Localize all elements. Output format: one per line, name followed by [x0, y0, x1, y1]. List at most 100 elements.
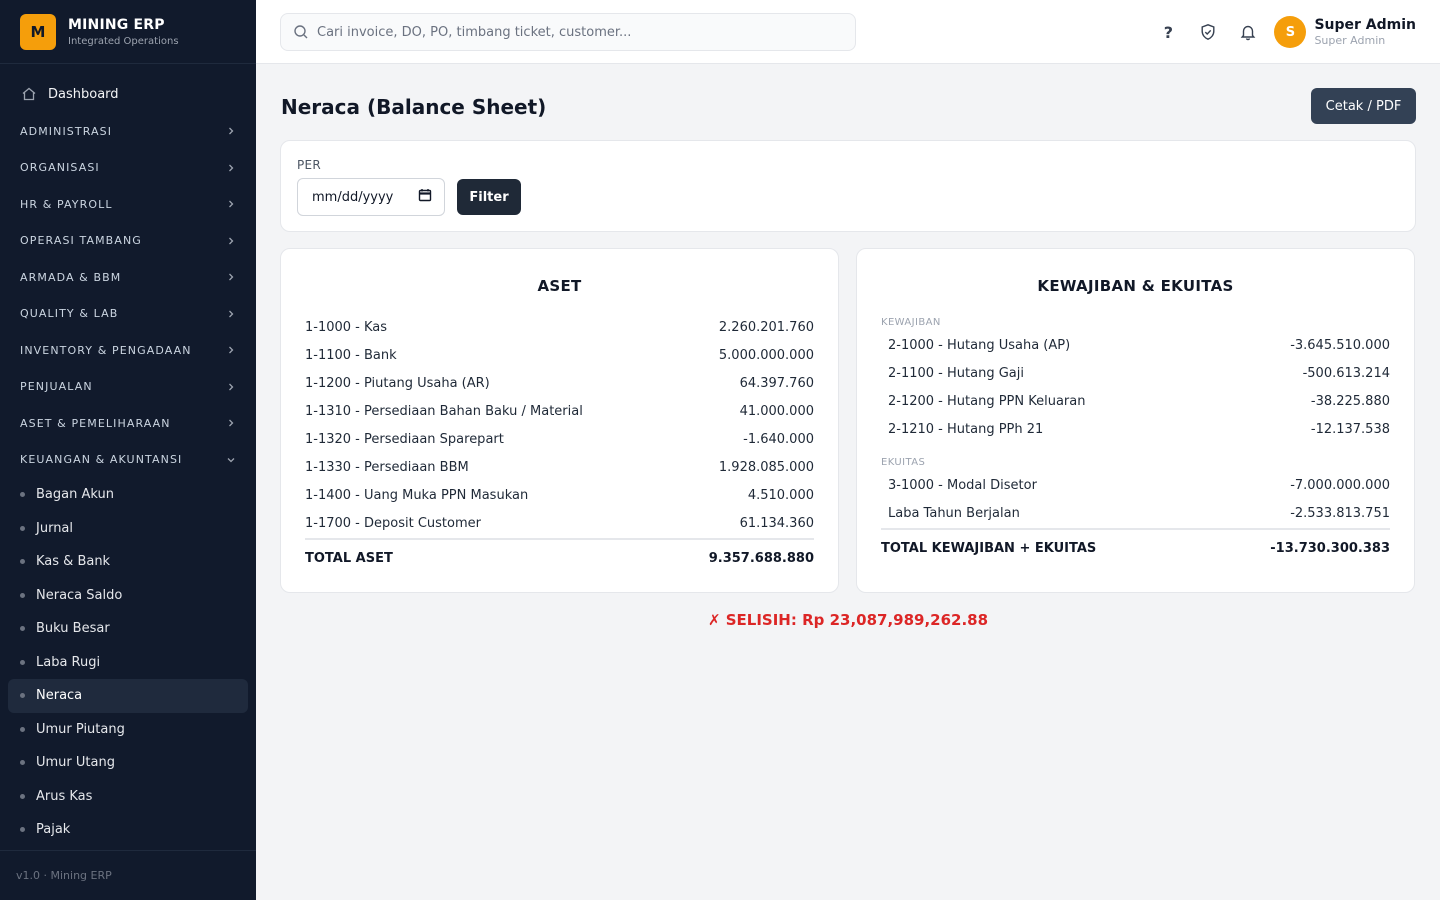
sidebar-subitem[interactable]: Umur Piutang	[8, 713, 248, 747]
chevron-right-icon	[226, 272, 236, 282]
sidebar-group-label: QUALITY & LAB	[20, 307, 119, 321]
shield-check-icon[interactable]	[1198, 22, 1218, 42]
balance-difference-warning: ✗ SELISIH: Rp 23,087,989,262.88	[707, 611, 989, 629]
chevron-right-icon	[226, 345, 236, 355]
account-name: 1-1330 - Persediaan BBM	[305, 459, 469, 475]
sidebar-subitem[interactable]: Pajak	[8, 813, 248, 847]
sidebar-group-item[interactable]: ARMADA & BBM	[0, 259, 256, 296]
sidebar-group-item[interactable]: INVENTORY & PENGADAAN	[0, 332, 256, 369]
sidebar-subitem-label: Arus Kas	[36, 788, 93, 804]
sidebar-item-dashboard[interactable]: Dashboard	[8, 79, 248, 109]
chevron-right-icon	[226, 418, 236, 428]
search-box[interactable]	[280, 13, 856, 51]
help-icon[interactable]: ?	[1158, 22, 1178, 42]
assets-card: ASET 1-1000 - Kas 2.260.201.760 1-1100 - B…	[280, 248, 839, 593]
account-name: 2-1200 - Hutang PPN Keluaran	[888, 393, 1086, 409]
chevron-right-icon	[226, 382, 236, 392]
sidebar-subitem-label: Laba Rugi	[36, 654, 101, 670]
account-amount: 2.260.201.760	[718, 319, 814, 335]
avatar: S	[1274, 16, 1307, 48]
user-menu[interactable]: S Super Admin Super Admin	[1274, 16, 1416, 48]
bullet-icon	[20, 592, 25, 598]
liabilities-equity-total-row: TOTAL KEWAJIBAN + EKUITAS -13.730.300.38…	[881, 528, 1390, 566]
section-label-equity: EKUITAS	[881, 457, 926, 468]
account-amount: 64.397.760	[739, 375, 814, 391]
sidebar-group-keuangan[interactable]: KEUANGAN & AKUNTANSI	[0, 442, 256, 479]
liabilities-equity-title: KEWAJIBAN & EKUITAS	[1037, 277, 1234, 295]
home-icon	[20, 85, 38, 103]
sidebar-subitem-label: Umur Utang	[36, 755, 115, 771]
brand-subtitle: Integrated Operations	[68, 35, 179, 47]
chevron-right-icon	[226, 126, 236, 136]
account-name: 3-1000 - Modal Disetor	[888, 477, 1037, 493]
calendar-icon[interactable]	[418, 188, 432, 206]
sidebar: M MINING ERP Integrated Operations Dashb…	[0, 0, 256, 900]
bullet-icon	[20, 659, 25, 665]
account-row: 1-1400 - Uang Muka PPN Masukan 4.510.000	[305, 481, 814, 509]
account-name: 1-1310 - Persediaan Bahan Baku / Materia…	[305, 403, 583, 419]
bell-icon[interactable]	[1238, 22, 1258, 42]
sidebar-group-item[interactable]: ORGANISASI	[0, 150, 256, 187]
sidebar-group-item[interactable]: ADMINISTRASI	[0, 113, 256, 150]
account-amount: 5.000.000.000	[718, 347, 814, 363]
account-name: Laba Tahun Berjalan	[888, 505, 1020, 521]
sidebar-group-item[interactable]: ASET & PEMELIHARAAN	[0, 405, 256, 442]
topbar: ? S Super Admin Super Admin	[256, 0, 1440, 64]
chevron-down-icon	[226, 455, 236, 465]
total-amount: -13.730.300.383	[1270, 540, 1390, 556]
account-row: 1-1200 - Piutang Usaha (AR) 64.397.760	[305, 369, 814, 397]
sidebar-group-label: OPERASI TAMBANG	[20, 234, 142, 248]
print-pdf-button[interactable]: Cetak / PDF	[1311, 88, 1416, 124]
account-amount: -2.533.813.751	[1290, 505, 1390, 521]
sidebar-subitem[interactable]: Umur Utang	[8, 746, 248, 780]
sidebar-subitem-label: Umur Piutang	[36, 721, 125, 737]
account-row: 3-1000 - Modal Disetor -7.000.000.000	[881, 471, 1390, 499]
account-row: 1-1100 - Bank 5.000.000.000	[305, 341, 814, 369]
chevron-right-icon	[226, 309, 236, 319]
sidebar-subitem[interactable]: Bagan Akun	[8, 478, 248, 512]
bullet-icon	[20, 525, 25, 531]
sidebar-group-item[interactable]: HR & PAYROLL	[0, 186, 256, 223]
chevron-right-icon	[226, 236, 236, 246]
date-input[interactable]: mm/dd/yyyy	[297, 178, 445, 216]
sidebar-group-item[interactable]: PENJUALAN	[0, 369, 256, 406]
sidebar-subitem-label: Bagan Akun	[36, 487, 114, 503]
account-amount: -1.640.000	[743, 431, 814, 447]
account-row: 2-1210 - Hutang PPh 21 -12.137.538	[881, 415, 1390, 443]
brand-title: MINING ERP	[68, 16, 165, 33]
filter-card: PER mm/dd/yyyy Filter	[280, 140, 1416, 232]
sidebar-subitem[interactable]: Jurnal	[8, 512, 248, 546]
filter-button[interactable]: Filter	[457, 179, 521, 215]
chevron-right-icon	[226, 163, 236, 173]
sidebar-subitem[interactable]: Neraca Saldo	[8, 579, 248, 613]
bullet-icon	[20, 793, 25, 799]
account-row: 1-1000 - Kas 2.260.201.760	[305, 313, 814, 341]
sidebar-subitem-label: Pajak	[36, 822, 71, 838]
sidebar-group-item[interactable]: QUALITY & LAB	[0, 296, 256, 333]
account-amount: -3.645.510.000	[1290, 337, 1390, 353]
account-name: 1-1320 - Persediaan Sparepart	[305, 431, 504, 447]
account-name: 1-1000 - Kas	[305, 319, 388, 335]
sidebar-subitem[interactable]: Neraca	[8, 679, 248, 713]
account-name: 1-1200 - Piutang Usaha (AR)	[305, 375, 490, 391]
user-name: Super Admin	[1314, 17, 1416, 33]
sidebar-subitem[interactable]: Kas & Bank	[8, 545, 248, 579]
total-label: TOTAL ASET	[305, 550, 393, 566]
sidebar-group-label: ORGANISASI	[20, 161, 100, 175]
sidebar-subitem[interactable]: Arus Kas	[8, 780, 248, 814]
sidebar-subitem[interactable]: Laba Rugi	[8, 646, 248, 680]
account-row: Laba Tahun Berjalan -2.533.813.751	[881, 499, 1390, 527]
search-input[interactable]	[317, 24, 837, 40]
account-row: 2-1000 - Hutang Usaha (AP) -3.645.510.000	[881, 331, 1390, 359]
sidebar-subitem-label: Neraca Saldo	[36, 587, 123, 603]
brand[interactable]: M MINING ERP Integrated Operations	[0, 0, 256, 64]
liabilities-equity-card: KEWAJIBAN & EKUITAS KEWAJIBAN 2-1000 - H…	[856, 248, 1415, 593]
bullet-icon	[20, 827, 25, 833]
date-placeholder: mm/dd/yyyy	[312, 189, 394, 205]
sidebar-group-item[interactable]: OPERASI TAMBANG	[0, 223, 256, 260]
account-name: 1-1100 - Bank	[305, 347, 397, 363]
user-role: Super Admin	[1314, 34, 1386, 47]
account-amount: -500.613.214	[1302, 365, 1390, 381]
sidebar-group-label: ARMADA & BBM	[20, 270, 122, 284]
account-row: 1-1330 - Persediaan BBM 1.928.085.000	[305, 453, 814, 481]
